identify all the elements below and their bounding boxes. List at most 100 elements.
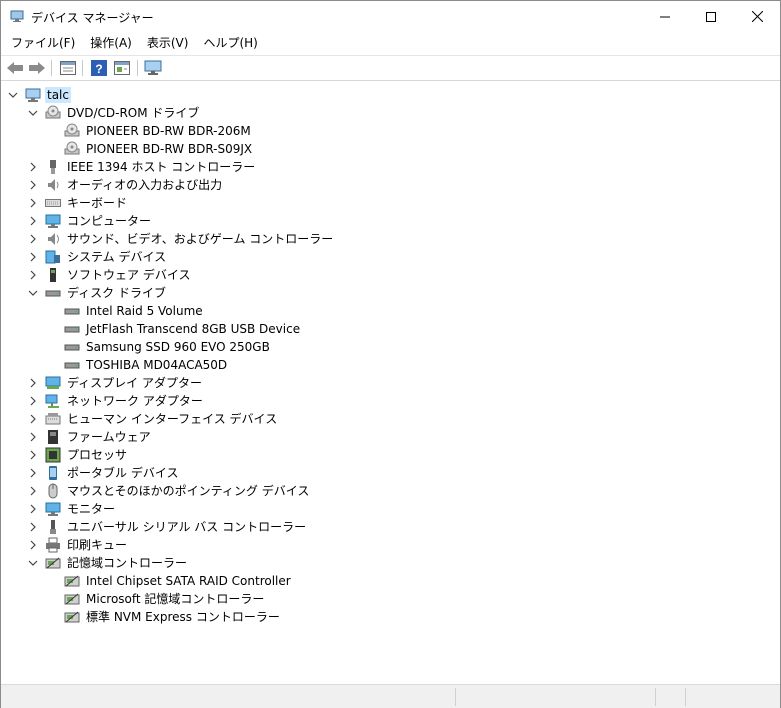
monitor-icon[interactable] xyxy=(144,59,162,77)
tree-device[interactable]: Intel Raid 5 Volume xyxy=(64,302,205,320)
chevron-down-icon[interactable] xyxy=(27,287,39,299)
tree-category[interactable]: オーディオの入力および出力 xyxy=(30,176,224,194)
tree-device[interactable]: Samsung SSD 960 EVO 250GB xyxy=(64,338,272,356)
disk-device-icon xyxy=(64,357,80,373)
chevron-right-icon[interactable] xyxy=(27,179,39,191)
storage-device-icon xyxy=(64,609,80,625)
storage-controller-icon xyxy=(45,555,61,571)
menu-action[interactable]: 操作(A) xyxy=(85,33,137,53)
chevron-right-icon[interactable] xyxy=(27,539,39,551)
chevron-right-icon[interactable] xyxy=(27,503,39,515)
forward-icon[interactable] xyxy=(28,59,46,77)
network-adapter-icon xyxy=(45,393,61,409)
hid-icon xyxy=(45,411,61,427)
processor-icon xyxy=(45,447,61,463)
chevron-down-icon[interactable] xyxy=(7,89,19,101)
tree-root[interactable]: talc xyxy=(8,86,71,104)
speaker-icon xyxy=(45,177,61,193)
status-bar xyxy=(1,684,780,708)
tree-device[interactable]: TOSHIBA MD04ACA50D xyxy=(64,356,229,374)
tree-device[interactable]: PIONEER BD-RW BDR-S09JX xyxy=(64,140,254,158)
tree-category[interactable]: DVD/CD-ROM ドライブ xyxy=(28,104,201,122)
tree-category[interactable]: ユニバーサル シリアル バス コントローラー xyxy=(30,518,308,536)
tree-category[interactable]: ヒューマン インターフェイス デバイス xyxy=(30,410,279,428)
dvd-device-icon xyxy=(64,123,80,139)
svg-text:?: ? xyxy=(95,62,102,76)
tree-category[interactable]: コンピューター xyxy=(30,212,153,230)
tree-item-label: Samsung SSD 960 EVO 250GB xyxy=(86,340,270,354)
chevron-right-icon[interactable] xyxy=(27,521,39,533)
tree-item-label: DVD/CD-ROM ドライブ xyxy=(67,106,200,120)
tree-item-label: JetFlash Transcend 8GB USB Device xyxy=(86,322,301,336)
tree-category[interactable]: マウスとそのほかのポインティング デバイス xyxy=(30,482,311,500)
tree-device[interactable]: JetFlash Transcend 8GB USB Device xyxy=(64,320,302,338)
chevron-right-icon[interactable] xyxy=(27,215,39,227)
disk-device-icon xyxy=(64,339,80,355)
tree-item-label: サウンド、ビデオ、およびゲーム コントローラー xyxy=(67,232,334,246)
tree-category[interactable]: ファームウェア xyxy=(30,428,153,446)
tree-category[interactable]: ディスプレイ アダプター xyxy=(30,374,204,392)
chevron-right-icon[interactable] xyxy=(27,377,39,389)
tree-device[interactable]: Intel Chipset SATA RAID Controller xyxy=(64,572,293,590)
toolbar: ? xyxy=(1,55,780,81)
tree-item-label: PIONEER BD-RW BDR-S09JX xyxy=(86,142,253,156)
tree-category[interactable]: ソフトウェア デバイス xyxy=(30,266,192,284)
chevron-right-icon[interactable] xyxy=(27,395,39,407)
disk-device-icon xyxy=(64,321,80,337)
properties-icon[interactable] xyxy=(59,59,77,77)
disk-drive-icon xyxy=(45,285,61,301)
menu-view[interactable]: 表示(V) xyxy=(142,33,194,53)
tree-item-label: 印刷キュー xyxy=(67,538,128,552)
tree-item-label: コンピューター xyxy=(67,214,152,228)
software-device-icon xyxy=(45,267,61,283)
tree-category[interactable]: 印刷キュー xyxy=(30,536,129,554)
menu-bar: ファイル(F) 操作(A) 表示(V) ヘルプ(H) xyxy=(1,32,780,54)
chevron-right-icon[interactable] xyxy=(27,467,39,479)
chevron-right-icon[interactable] xyxy=(27,485,39,497)
help-icon[interactable]: ? xyxy=(90,59,108,77)
tree-item-label: キーボード xyxy=(67,196,128,210)
tree-category[interactable]: システム デバイス xyxy=(30,248,168,266)
tree-category[interactable]: IEEE 1394 ホスト コントローラー xyxy=(30,158,257,176)
menu-file[interactable]: ファイル(F) xyxy=(6,33,80,53)
maximize-button[interactable] xyxy=(688,1,734,32)
tree-device[interactable]: 標準 NVM Express コントローラー xyxy=(64,608,282,626)
tree-category[interactable]: キーボード xyxy=(30,194,129,212)
tree-category[interactable]: ディスク ドライブ xyxy=(28,284,168,302)
tree-item-label: IEEE 1394 ホスト コントローラー xyxy=(67,160,256,174)
chevron-right-icon[interactable] xyxy=(27,161,39,173)
storage-device-icon xyxy=(64,573,80,589)
chevron-right-icon[interactable] xyxy=(27,431,39,443)
menu-help[interactable]: ヘルプ(H) xyxy=(198,33,262,53)
back-icon[interactable] xyxy=(6,59,24,77)
chevron-right-icon[interactable] xyxy=(27,413,39,425)
tree-category[interactable]: サウンド、ビデオ、およびゲーム コントローラー xyxy=(30,230,335,248)
tree-device[interactable]: Microsoft 記憶域コントローラー xyxy=(64,590,266,608)
tree-item-label: talc xyxy=(45,87,71,103)
tree-item-label: ヒューマン インターフェイス デバイス xyxy=(67,412,278,426)
chevron-down-icon[interactable] xyxy=(27,557,39,569)
chevron-right-icon[interactable] xyxy=(27,449,39,461)
tree-item-label: モニター xyxy=(67,502,116,516)
tree-category[interactable]: 記憶域コントローラー xyxy=(28,554,189,572)
minimize-button[interactable] xyxy=(642,1,688,32)
close-button[interactable] xyxy=(734,1,780,32)
system-device-icon xyxy=(45,249,61,265)
chevron-right-icon[interactable] xyxy=(27,197,39,209)
printer-icon xyxy=(45,537,61,553)
tree-category[interactable]: ポータブル デバイス xyxy=(30,464,180,482)
chevron-right-icon[interactable] xyxy=(27,269,39,281)
chevron-right-icon[interactable] xyxy=(27,251,39,263)
tree-category[interactable]: モニター xyxy=(30,500,117,518)
tree-category[interactable]: ネットワーク アダプター xyxy=(30,392,205,410)
chevron-right-icon[interactable] xyxy=(27,233,39,245)
tree-item-label: ポータブル デバイス xyxy=(67,466,179,480)
tree-item-label: 記憶域コントローラー xyxy=(67,556,188,570)
tree-device[interactable]: PIONEER BD-RW BDR-206M xyxy=(64,122,253,140)
chevron-down-icon[interactable] xyxy=(27,107,39,119)
firewire-icon xyxy=(45,159,61,175)
update-driver-icon[interactable] xyxy=(113,59,131,77)
device-tree: talc DVD/CD-ROM ドライブ PIONEER BD-RW BDR-206… xyxy=(1,82,780,682)
dvd-device-icon xyxy=(64,141,80,157)
tree-category[interactable]: プロセッサ xyxy=(30,446,129,464)
